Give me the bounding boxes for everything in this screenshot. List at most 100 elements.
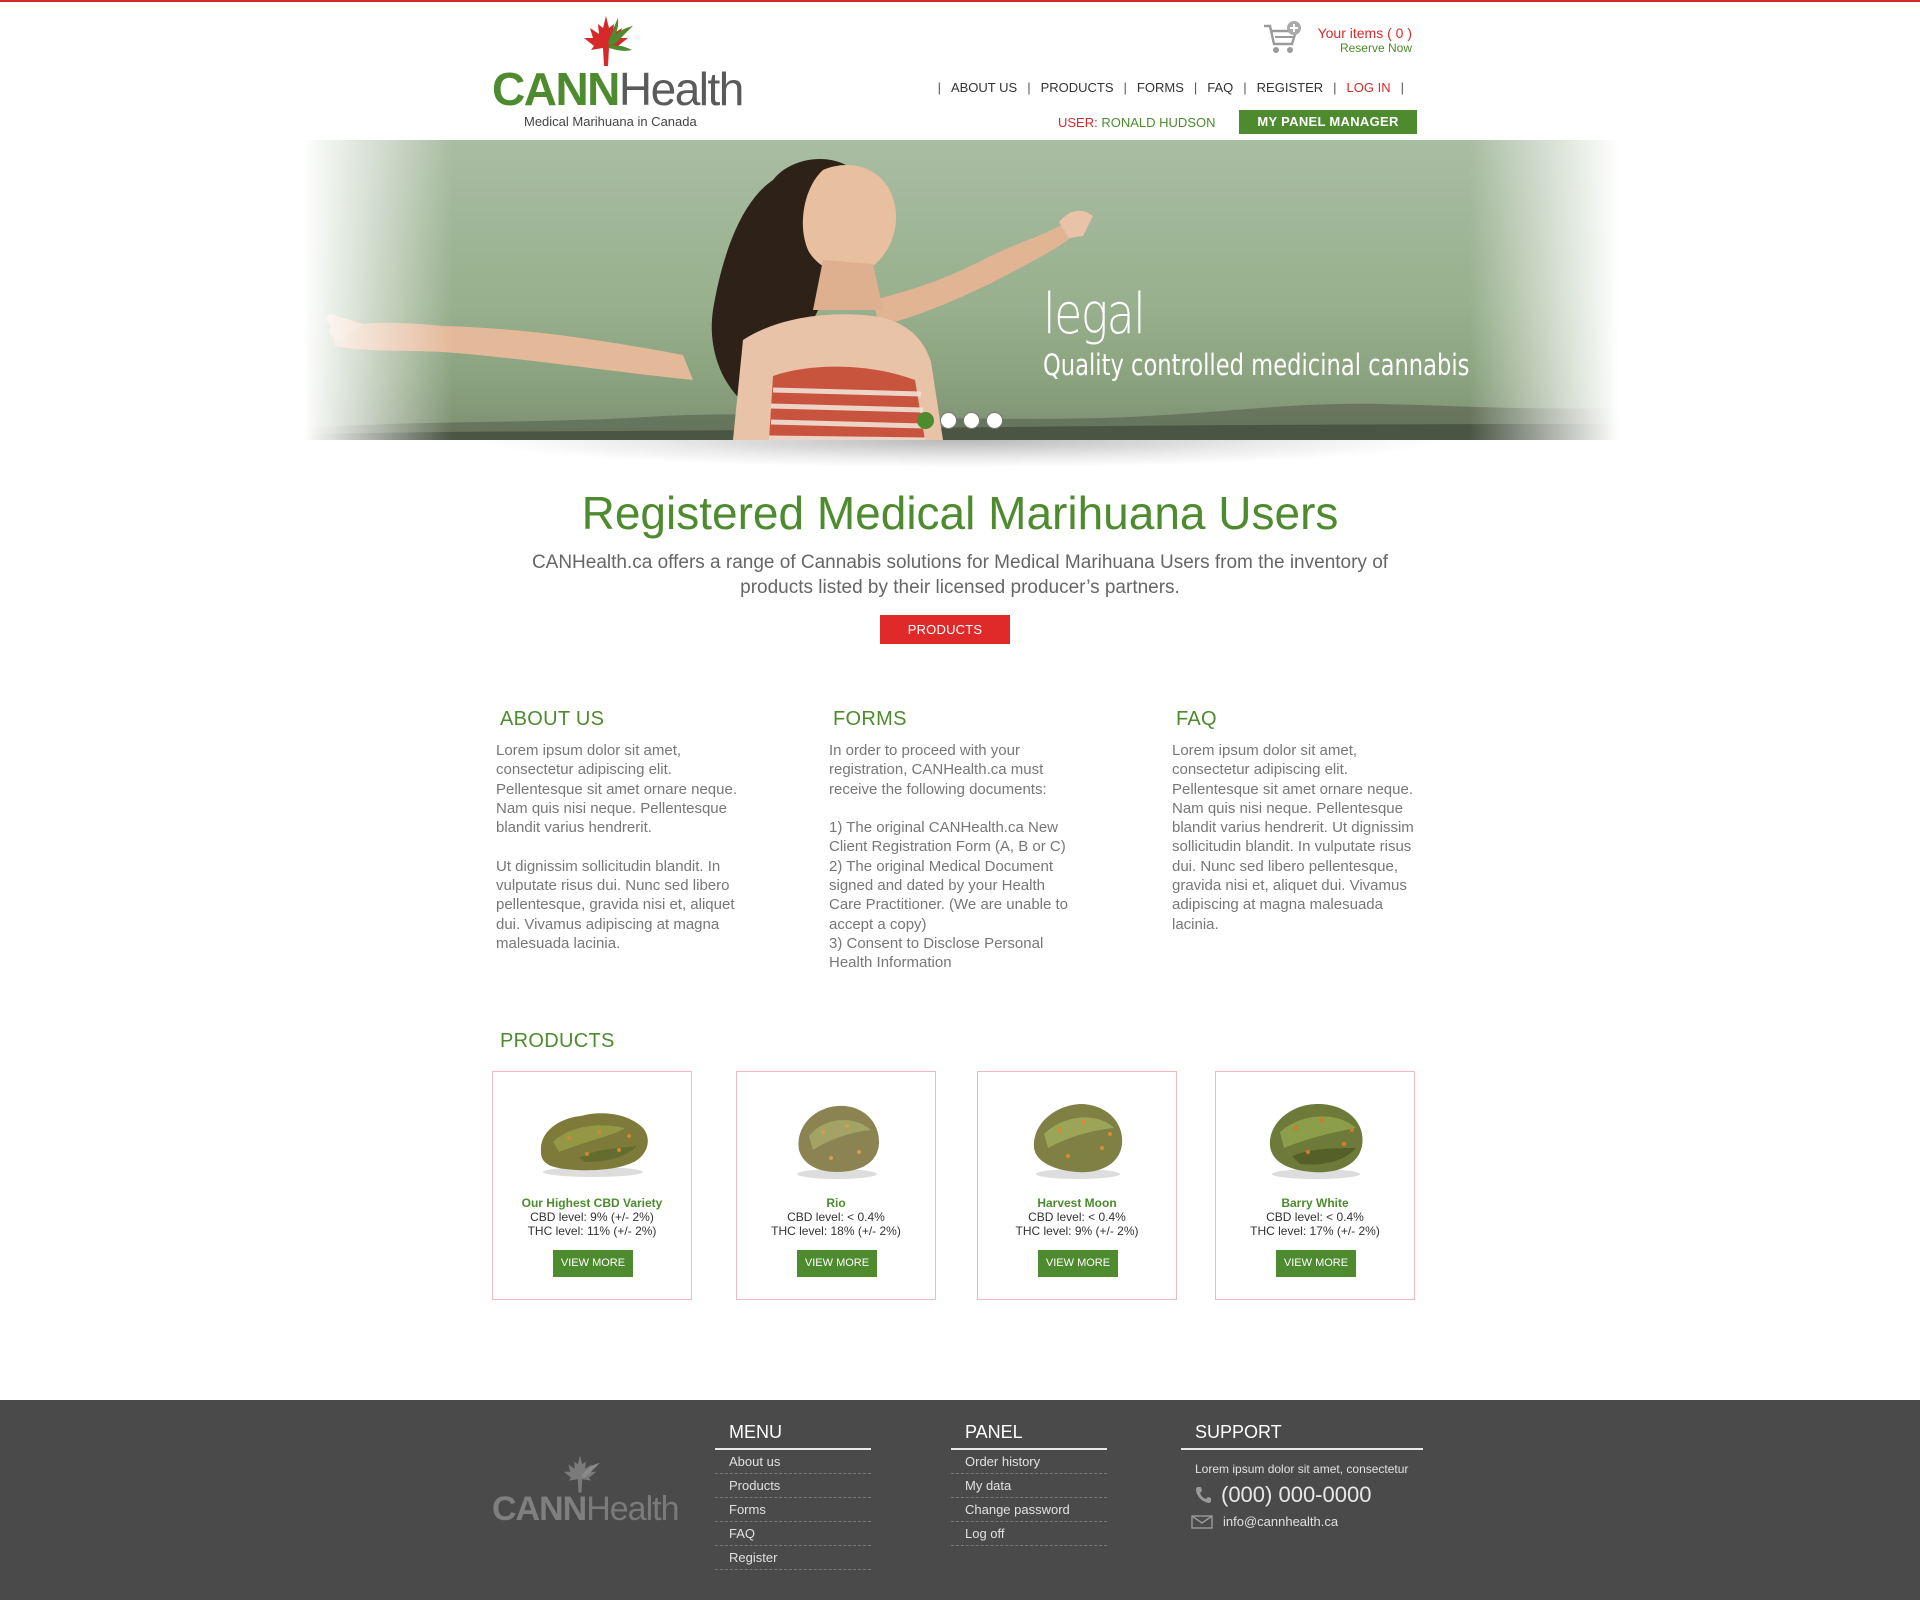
nav-separator: | (1400, 80, 1404, 95)
slider-dot-4[interactable] (986, 412, 1003, 429)
view-more-button[interactable]: VIEW MORE (553, 1250, 633, 1277)
user-label: USER: (1058, 115, 1098, 130)
faq-heading: FAQ (1176, 708, 1217, 730)
support-email[interactable]: info@cannhealth.ca (1191, 1514, 1423, 1529)
product-name: Our Highest CBD Variety (521, 1196, 663, 1210)
slider-dot-3[interactable] (963, 412, 980, 429)
footer-support-heading: SUPPORT (1195, 1422, 1282, 1442)
brand-name: CANNHealth (492, 63, 744, 115)
nav-register[interactable]: REGISTER (1257, 80, 1323, 95)
forms-text: In order to proceed with your registrati… (829, 742, 1069, 972)
my-panel-manager-button[interactable]: MY PANEL MANAGER (1239, 110, 1417, 134)
product-cbd: CBD level: < 0.4% (1266, 1210, 1364, 1224)
nav-separator: | (1243, 80, 1247, 95)
footer-link-forms[interactable]: Forms (715, 1498, 871, 1522)
footer-menu-heading: MENU (729, 1422, 782, 1442)
hero-title: legal (1043, 282, 1146, 347)
hero-woman-image (326, 158, 1093, 440)
product-card[interactable]: Barry White CBD level: < 0.4% THC level:… (1215, 1071, 1415, 1300)
footer-link-order-history[interactable]: Order history (951, 1450, 1107, 1474)
brand-tagline: Medical Marihuana in Canada (524, 114, 697, 129)
product-thc: THC level: 17% (+/- 2%) (1250, 1224, 1380, 1238)
hero-subtitle: Quality controlled medicinal cannabis (1043, 348, 1470, 382)
phone-number: (000) 000-0000 (1221, 1482, 1372, 1507)
about-us-section: ABOUT US Lorem ipsum dolor sit amet, con… (496, 708, 766, 953)
faq-text: Lorem ipsum dolor sit amet, consectetur … (1172, 742, 1414, 933)
product-thc: THC level: 18% (+/- 2%) (771, 1224, 901, 1238)
current-user: USER: RONALD HUDSON (1058, 115, 1215, 130)
footer-logo[interactable]: CANNHealth (492, 1454, 680, 1534)
product-thc: THC level: 11% (+/- 2%) (527, 1224, 657, 1238)
view-more-button[interactable]: VIEW MORE (1276, 1250, 1356, 1277)
envelope-icon (1191, 1514, 1213, 1529)
footer-link-log-off[interactable]: Log off (951, 1522, 1107, 1546)
footer-support: SUPPORT Lorem ipsum dolor sit amet, cons… (1181, 1422, 1423, 1529)
view-more-button[interactable]: VIEW MORE (797, 1250, 877, 1277)
intro-text: CANHealth.ca offers a range of Cannabis … (531, 552, 1389, 598)
nav-about-us[interactable]: ABOUT US (951, 80, 1017, 95)
hero-fade-right (1469, 140, 1619, 440)
maple-leaf-icon (584, 16, 633, 66)
support-phone[interactable]: (000) 000-0000 (1195, 1482, 1423, 1508)
cannabis-bud-image (540, 1113, 648, 1177)
email-address: info@cannhealth.ca (1223, 1514, 1339, 1529)
products-button[interactable]: PRODUCTS (880, 615, 1010, 644)
top-accent-line (0, 0, 1920, 2)
view-more-button[interactable]: VIEW MORE (1038, 1250, 1118, 1277)
slider-dot-1[interactable] (917, 412, 934, 429)
nav-separator: | (937, 80, 941, 95)
product-name: Barry White (1281, 1196, 1349, 1210)
forms-heading: FORMS (833, 708, 907, 730)
user-name: RONALD HUDSON (1101, 115, 1216, 130)
divider (1181, 1448, 1423, 1450)
phone-icon (1196, 1487, 1211, 1503)
footer-brand-name: CANNHealth (492, 1490, 680, 1528)
nav-products[interactable]: PRODUCTS (1041, 80, 1114, 95)
footer-link-register[interactable]: Register (715, 1546, 871, 1570)
nav-separator: | (1123, 80, 1127, 95)
product-cbd: CBD level: 9% (+/- 2%) (530, 1210, 654, 1224)
hero-shadow (470, 440, 1450, 468)
reserve-now-link[interactable]: Reserve Now (1318, 41, 1412, 56)
about-us-text: Lorem ipsum dolor sit amet, consectetur … (496, 742, 737, 952)
nav-separator: | (1333, 80, 1337, 95)
footer-link-products[interactable]: Products (715, 1474, 871, 1498)
footer-link-about-us[interactable]: About us (715, 1450, 871, 1474)
cannabis-bud-image (1033, 1104, 1123, 1179)
footer-link-change-password[interactable]: Change password (951, 1498, 1107, 1522)
nav-faq[interactable]: FAQ (1207, 80, 1233, 95)
about-us-heading: ABOUT US (500, 708, 605, 730)
product-name: Rio (826, 1196, 846, 1210)
cart-items-count: Your items ( 0 ) (1317, 25, 1412, 41)
shopping-cart-icon[interactable] (1262, 20, 1302, 56)
product-name: Harvest Moon (1037, 1196, 1117, 1210)
product-thc: THC level: 9% (+/- 2%) (1015, 1224, 1139, 1238)
slider-dot-2[interactable] (940, 412, 957, 429)
product-cbd: CBD level: < 0.4% (787, 1210, 885, 1224)
product-card[interactable]: Harvest Moon CBD level: < 0.4% THC level… (977, 1071, 1177, 1300)
cannabis-bud-image (1269, 1104, 1363, 1179)
footer-menu: MENU About us Products Forms FAQ Registe… (715, 1422, 871, 1570)
support-text: Lorem ipsum dolor sit amet, consectetur (1195, 1462, 1409, 1476)
maple-leaf-icon (563, 1455, 600, 1493)
footer-link-faq[interactable]: FAQ (715, 1522, 871, 1546)
intro-title: Registered Medical Marihuana Users (581, 487, 1339, 539)
product-card[interactable]: Our Highest CBD Variety CBD level: 9% (+… (492, 1071, 692, 1300)
cart-summary[interactable]: Your items ( 0 ) Reserve Now (1318, 26, 1412, 56)
forms-section: FORMS In order to proceed with your regi… (829, 708, 1099, 973)
footer-panel: PANEL Order history My data Change passw… (951, 1422, 1107, 1546)
products-heading: PRODUCTS (500, 1030, 615, 1052)
product-cbd: CBD level: < 0.4% (1028, 1210, 1126, 1224)
main-navigation: | ABOUT US | PRODUCTS | FORMS | FAQ | RE… (928, 80, 1414, 95)
nav-log-in[interactable]: LOG IN (1347, 80, 1391, 95)
footer-link-my-data[interactable]: My data (951, 1474, 1107, 1498)
slider-dots (917, 412, 1003, 429)
hero-fade-left (303, 140, 453, 440)
nav-separator: | (1027, 80, 1031, 95)
footer-panel-heading: PANEL (965, 1422, 1023, 1442)
product-card[interactable]: Rio CBD level: < 0.4% THC level: 18% (+/… (736, 1071, 936, 1300)
site-logo[interactable]: CANNHealth Medical Marihuana in Canada (492, 14, 744, 132)
nav-forms[interactable]: FORMS (1137, 80, 1184, 95)
hero-slider: legal Quality controlled medicinal canna… (303, 140, 1619, 440)
cannabis-bud-image (797, 1105, 879, 1179)
